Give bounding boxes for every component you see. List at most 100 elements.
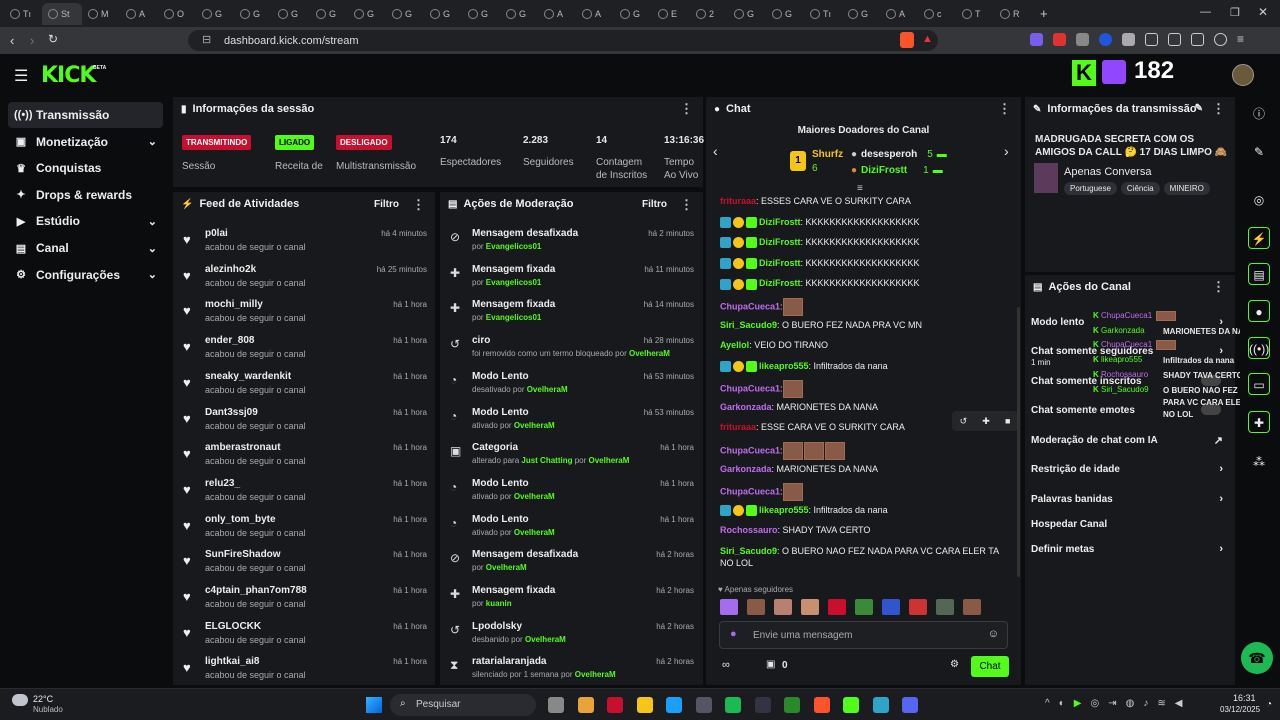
taskbar-app-icon[interactable] (813, 697, 830, 713)
points-icon[interactable]: ▣ (766, 659, 775, 670)
browser-tab[interactable]: 2 (690, 3, 728, 25)
vpn-icon[interactable] (1214, 33, 1227, 46)
chat-message[interactable]: likeapro555: Infiltrados da nana (720, 504, 1010, 516)
browser-tab[interactable]: G (614, 3, 652, 25)
chat-message[interactable]: frituraaa: ESSES CARA VE O SURKITY CARA (720, 195, 1010, 207)
undo-icon[interactable]: ↺ (960, 416, 968, 427)
close-icon[interactable]: ✕ (1258, 5, 1268, 19)
hamburger-icon[interactable]: ☰ (14, 66, 28, 86)
tray-icon[interactable]: ▶ (1074, 698, 1082, 709)
more-options-icon[interactable]: ⋮ (412, 197, 425, 213)
moderation-item[interactable]: ◔ Modo Lento ativado por OvelheraM há 1 hor… (440, 509, 702, 545)
feed-item[interactable]: ♥ amberastronaut acabou de seguir o canal h… (173, 437, 435, 473)
browser-tab[interactable]: G (310, 3, 348, 25)
menu-icon[interactable]: ≡ (1237, 33, 1250, 49)
bolt-icon[interactable]: ⚡ (1248, 227, 1270, 249)
chat-username[interactable]: Garkonzada (720, 402, 772, 412)
taskbar-app-icon[interactable] (754, 697, 771, 713)
maximize-icon[interactable]: ❐ (1230, 6, 1240, 19)
moderation-item[interactable]: ✚ Mensagem fixada por kuanin há 2 horas (440, 580, 702, 616)
moderation-item-user[interactable]: Evangelicos01 (486, 313, 542, 322)
channel-action-hospedar-canal[interactable]: Hospedar Canal (1031, 513, 1227, 535)
moderation-item-user[interactable]: OvelheraM (514, 421, 555, 430)
chat-input[interactable]: ● Envie uma mensagem ☺ (719, 621, 1008, 649)
tray-icon[interactable]: ◍ (1126, 698, 1135, 709)
prev-arrow-icon[interactable]: ‹ (713, 143, 718, 159)
browser-tab[interactable]: G (766, 3, 804, 25)
chat-username[interactable]: DiziFrostt (759, 237, 801, 247)
forward-icon[interactable]: › (30, 33, 34, 48)
feed-item[interactable]: ♥ p0lai acabou de seguir o canal há 4 minut… (173, 223, 435, 259)
chat-username[interactable]: likeapro555 (759, 505, 809, 515)
browser-tab[interactable]: G (728, 3, 766, 25)
chat-username[interactable]: DiziFrostt (759, 278, 801, 288)
wrench-icon[interactable]: ✚ (1248, 411, 1270, 433)
moderation-item-user[interactable]: OvelheraM (589, 456, 630, 465)
chat-username[interactable]: DiziFrostt (759, 258, 801, 268)
chat-username[interactable]: frituraaa (720, 196, 756, 206)
chat-message[interactable]: Rochossauro: SHADY TAVA CERTO (720, 524, 1010, 536)
taskbar-app-icon[interactable] (725, 697, 741, 713)
browser-tab[interactable]: c (918, 3, 956, 25)
browser-tab[interactable]: M (82, 3, 120, 25)
moderation-item[interactable]: ◔ Modo Lento ativado por OvelheraM há 53 mi… (440, 402, 702, 438)
chat-username[interactable]: ChupaCueca1 (720, 486, 780, 496)
feed-filter-button[interactable]: Filtro (374, 199, 399, 210)
moderation-item[interactable]: ✚ Mensagem fixada por Evangelicos01 há 11 m… (440, 259, 702, 295)
moderation-item-user[interactable]: OvelheraM (575, 670, 616, 679)
notification-icon[interactable]: ◔ (1266, 699, 1272, 710)
moderation-item-user[interactable]: OvelheraM (525, 635, 566, 644)
browser-tab[interactable]: G (424, 3, 462, 25)
feed-item[interactable]: ♥ c4ptain_phan7om788 acabou de seguir o ca… (173, 580, 435, 616)
emote-icon[interactable] (882, 599, 900, 615)
browser-tab[interactable]: G (842, 3, 880, 25)
edit-icon[interactable]: ✎ (1248, 141, 1270, 163)
moderation-item-user[interactable]: OvelheraM (486, 563, 527, 572)
emote-icon[interactable] (828, 599, 846, 615)
stream-tag[interactable]: Ciência (1120, 182, 1160, 195)
chat-message[interactable]: ChupaCueca1: (720, 483, 1010, 502)
mic-icon[interactable]: ● (730, 628, 737, 640)
sidebar-item-est-dio[interactable]: ▶ Estúdio ⌄ (8, 208, 163, 234)
moderation-item-user[interactable]: kuanin (486, 599, 512, 608)
chat-message[interactable]: DiziFrostt: KKKKKKKKKKKKKKKKKKK (720, 236, 1010, 249)
moderation-item[interactable]: ⊘ Mensagem desafixada por Evangelicos01 há … (440, 223, 702, 259)
chat-message[interactable]: ChupaCueca1: (720, 298, 1010, 316)
donor-entry[interactable]: ● desesperoh 5 ▬ (851, 149, 947, 160)
tray-icon[interactable]: ◐ (1059, 698, 1065, 709)
volume-icon[interactable]: ◀ (1175, 698, 1183, 709)
browser-tab[interactable]: A (880, 3, 918, 25)
browser-tab[interactable]: G (462, 3, 500, 25)
clipboard-icon[interactable]: ▤ (1248, 263, 1270, 285)
emote-icon[interactable] (909, 599, 927, 615)
taskbar-app-icon[interactable] (695, 697, 712, 713)
moderation-item-user[interactable]: OvelheraM (527, 385, 568, 394)
moderation-item-user[interactable]: Evangelicos01 (486, 242, 542, 251)
chat-message[interactable]: DiziFrostt: KKKKKKKKKKKKKKKKKKK (720, 277, 1010, 290)
more-options-icon[interactable]: ⋮ (1212, 279, 1225, 295)
chat-scrollbar[interactable] (1017, 307, 1020, 577)
emote-icon[interactable] (801, 599, 819, 615)
browser-tab[interactable]: O (158, 3, 196, 25)
site-info-icon[interactable]: ⊟ (202, 33, 211, 46)
channel-action-definir-metas[interactable]: Definir metas › (1031, 538, 1227, 560)
brave-shield-icon[interactable] (900, 32, 914, 48)
moderation-item[interactable]: ↺ ciro foi removido como um termo bloquead… (440, 330, 702, 366)
emote-icon[interactable] (720, 599, 738, 615)
feed-item[interactable]: ♥ only_tom_byte acabou de seguir o canal há… (173, 509, 435, 545)
browser-tab[interactable]: E (652, 3, 690, 25)
channel-action-modera-o-de-chat-com-ia[interactable]: Moderação de chat com IA ↗ (1031, 429, 1227, 451)
next-arrow-icon[interactable]: › (1004, 143, 1009, 159)
chat-username[interactable]: frituraaa (720, 422, 756, 432)
sidebar-item-transmiss-o[interactable]: ((•)) Transmissão (8, 102, 163, 128)
chat-username[interactable]: Rochossauro (720, 525, 778, 535)
taskbar-app-icon[interactable] (636, 697, 653, 713)
channel-action-palavras-banidas[interactable]: Palavras banidas › (1031, 488, 1227, 510)
browser-tab[interactable]: T (956, 3, 994, 25)
taskbar-app-icon[interactable] (902, 697, 918, 713)
moderation-item[interactable]: ◔ Modo Lento desativado por OvelheraM há 53… (440, 366, 702, 402)
channel-action-restri-o-de-idade[interactable]: Restrição de idade › (1031, 458, 1227, 480)
infinity-icon[interactable]: ∞ (722, 659, 730, 671)
taskbar-search[interactable]: ⌕ Pesquisar (390, 694, 536, 716)
browser-tab[interactable]: St (42, 2, 82, 25)
